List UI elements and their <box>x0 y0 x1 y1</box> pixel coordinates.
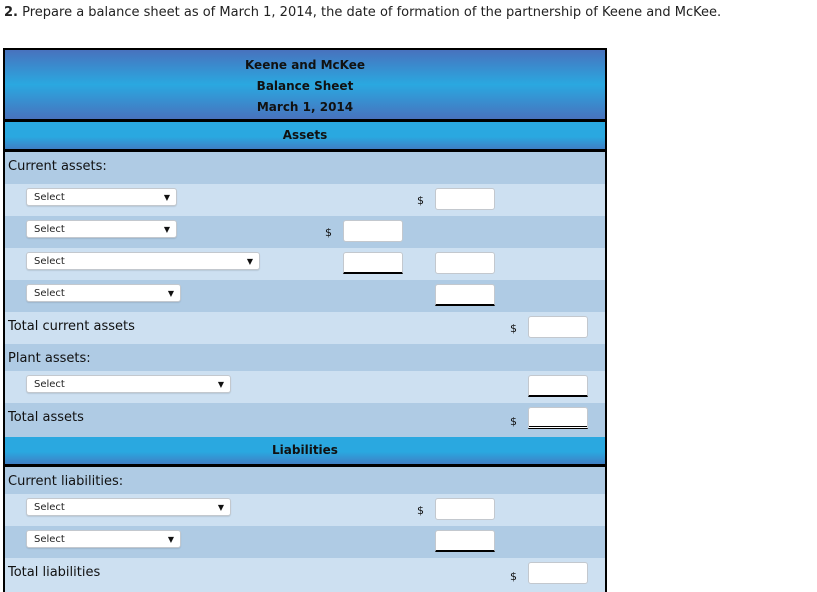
balance-sheet: Keene and McKee Balance Sheet March 1, 2… <box>3 48 607 592</box>
row-total-liabilities: Total liabilities $ <box>5 558 605 592</box>
instruction-text: Prepare a balance sheet as of March 1, 2… <box>22 5 722 20</box>
current-liability-2-select[interactable]: Select ▼ <box>26 530 181 548</box>
current-asset-2-select[interactable]: Select ▼ <box>26 220 177 238</box>
current-asset-2-amount-input[interactable] <box>343 220 403 242</box>
chevron-down-icon: ▼ <box>246 257 253 266</box>
chevron-down-icon: ▼ <box>163 193 170 202</box>
dollar-sign: $ <box>417 504 424 517</box>
sheet-header: Keene and McKee Balance Sheet March 1, 2… <box>5 50 605 122</box>
row-current-asset-1: Select ▼ $ <box>5 184 605 216</box>
row-total-current-assets: Total current assets $ <box>5 312 605 344</box>
select-text: Select <box>34 224 65 235</box>
chevron-down-icon: ▼ <box>217 503 224 512</box>
row-current-liabilities-label: Current liabilities: <box>5 467 605 494</box>
section-assets: Assets <box>5 122 605 152</box>
company-name: Keene and McKee <box>244 58 366 72</box>
row-current-asset-2: Select ▼ $ <box>5 216 605 248</box>
current-asset-3-select[interactable]: Select ▼ <box>26 252 260 270</box>
chevron-down-icon: ▼ <box>167 535 174 544</box>
row-total-assets: Total assets $ <box>5 403 605 437</box>
select-text: Select <box>34 379 65 390</box>
chevron-down-icon: ▼ <box>217 380 224 389</box>
current-liability-2-amount-input[interactable] <box>435 530 495 552</box>
dollar-sign: $ <box>510 415 517 428</box>
statement-title: Balance Sheet <box>256 79 354 93</box>
plant-asset-1-amount-input[interactable] <box>528 375 588 397</box>
current-liabilities-label: Current liabilities: <box>8 474 124 489</box>
dollar-sign: $ <box>325 226 332 239</box>
row-current-liability-1: Select ▼ $ <box>5 494 605 526</box>
total-liabilities-label: Total liabilities <box>8 565 101 580</box>
select-text: Select <box>34 192 65 203</box>
select-text: Select <box>34 502 65 513</box>
plant-asset-1-select[interactable]: Select ▼ <box>26 375 231 393</box>
current-assets-label: Current assets: <box>8 159 107 174</box>
chevron-down-icon: ▼ <box>167 289 174 298</box>
total-assets-label: Total assets <box>8 410 84 425</box>
current-asset-3-amount-input[interactable] <box>435 252 495 274</box>
dollar-sign: $ <box>510 570 517 583</box>
current-liability-1-select[interactable]: Select ▼ <box>26 498 231 516</box>
section-liabilities: Liabilities <box>5 437 605 467</box>
current-asset-1-amount-input[interactable] <box>435 188 495 210</box>
current-asset-1-select[interactable]: Select ▼ <box>26 188 177 206</box>
current-asset-4-amount-input[interactable] <box>435 284 495 306</box>
row-current-liability-2: Select ▼ <box>5 526 605 558</box>
current-asset-4-select[interactable]: Select ▼ <box>26 284 181 302</box>
current-liability-1-amount-input[interactable] <box>435 498 495 520</box>
row-current-asset-4: Select ▼ <box>5 280 605 312</box>
select-text: Select <box>34 288 65 299</box>
dollar-sign: $ <box>510 322 517 335</box>
total-current-assets-label: Total current assets <box>8 319 135 334</box>
current-asset-3-sub-amount-input[interactable] <box>343 252 403 274</box>
instruction: 2. Prepare a balance sheet as of March 1… <box>4 5 721 20</box>
row-plant-assets-label: Plant assets: <box>5 344 605 371</box>
row-current-asset-3: Select ▼ <box>5 248 605 280</box>
select-text: Select <box>34 534 65 545</box>
row-current-assets-label: Current assets: <box>5 152 605 184</box>
statement-date: March 1, 2014 <box>256 100 354 114</box>
chevron-down-icon: ▼ <box>163 225 170 234</box>
total-liabilities-input[interactable] <box>528 562 588 584</box>
plant-assets-label: Plant assets: <box>8 351 91 366</box>
total-current-assets-input[interactable] <box>528 316 588 338</box>
select-text: Select <box>34 256 65 267</box>
dollar-sign: $ <box>417 194 424 207</box>
row-plant-asset-1: Select ▼ <box>5 371 605 403</box>
total-assets-input[interactable] <box>528 407 588 429</box>
question-number: 2. <box>4 5 18 20</box>
